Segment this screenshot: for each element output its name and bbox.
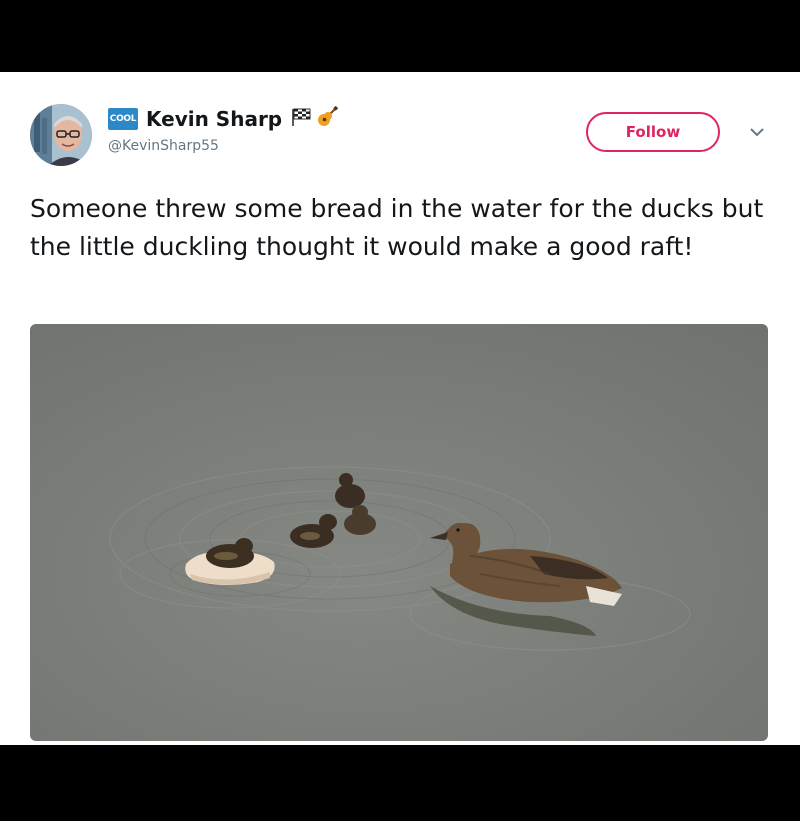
avatar[interactable]	[30, 104, 92, 166]
checkered-flag-icon	[290, 107, 312, 131]
cool-badge: COOL	[108, 108, 138, 130]
follow-button[interactable]: Follow	[586, 112, 720, 152]
guitar-icon	[316, 105, 339, 132]
author-name-row[interactable]: COOL Kevin Sharp	[108, 104, 342, 134]
author-display-name[interactable]: Kevin Sharp	[146, 107, 282, 131]
tweet-photo[interactable]	[30, 324, 768, 741]
tweet-text: Someone threw some bread in the water fo…	[30, 194, 764, 261]
top-black-border	[0, 0, 800, 72]
author-handle[interactable]: @KevinSharp55	[108, 138, 219, 154]
tweet-card: COOL Kevin Sharp @KevinSharp55 Follow So…	[0, 72, 800, 745]
chevron-down-icon[interactable]	[746, 124, 768, 140]
bottom-black-border	[0, 745, 800, 821]
